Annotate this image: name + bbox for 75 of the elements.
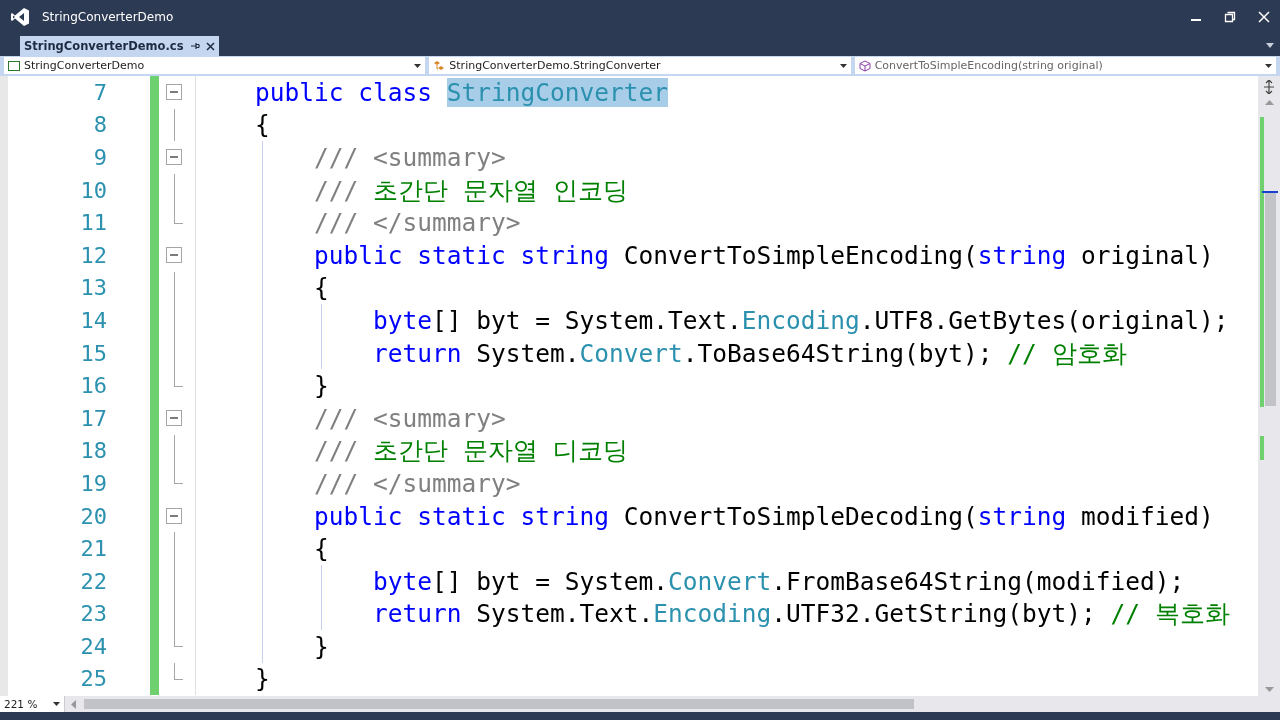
zoom-dropdown[interactable]: 221 % [0, 696, 65, 712]
collapse-icon [166, 149, 182, 166]
fold-end-line [173, 369, 183, 387]
code-line: { [255, 110, 270, 140]
app-logo-icon [10, 7, 30, 27]
line-number: 23 [79, 601, 107, 627]
navigation-dropdown[interactable]: ConvertToSimpleEncoding(string original) [854, 57, 1276, 74]
code-line: /// </summary> [314, 208, 521, 238]
code-line: byte[] byt = System.Convert.FromBase64String(modified); [373, 566, 1185, 596]
code-line: byte[] byt = System.Text.Encoding.UTF8.GetBytes(original); [373, 305, 1229, 335]
line-number: 11 [79, 210, 107, 236]
code-line: return System.Convert.ToBase64String(byt); // 암호화 [373, 337, 1127, 370]
fold-line [173, 434, 175, 468]
fold-end-line [173, 662, 183, 680]
code-line: public static string ConvertToSimpleDecoding(string modified) [314, 501, 1214, 531]
change-marker [150, 76, 159, 109]
code-line: public class StringConverter [255, 77, 669, 107]
code-line: { [314, 534, 329, 564]
line-number: 15 [79, 340, 107, 366]
navigation-dropdown[interactable]: StringConverterDemo.StringConverter [429, 57, 851, 74]
project-icon [8, 59, 20, 72]
line-number: 21 [79, 536, 107, 562]
code-line: } [314, 371, 329, 401]
fold-line [173, 173, 175, 207]
restore-icon[interactable] [1224, 11, 1236, 23]
collapse-icon [166, 508, 182, 524]
split-icon[interactable] [1263, 80, 1275, 94]
line-number: 14 [79, 307, 107, 333]
close-icon[interactable] [205, 41, 215, 51]
method-icon [858, 59, 871, 72]
line-number: 12 [79, 242, 107, 268]
collapse-icon [166, 247, 182, 264]
code-line: /// </summary> [314, 468, 521, 498]
line-number: 17 [79, 405, 107, 431]
pin-icon[interactable] [189, 41, 200, 51]
line-number: 19 [79, 470, 107, 496]
scroll-thumb[interactable] [1265, 191, 1276, 406]
line-number: 8 [92, 112, 107, 138]
change-marker [150, 662, 159, 696]
class-icon [433, 59, 446, 72]
caret-icon [1265, 63, 1272, 68]
code-line: /// 초간단 문자열 인코딩 [314, 174, 628, 207]
collapse-icon [166, 84, 182, 101]
navigation-dropdown[interactable]: StringConverterDemo [4, 57, 426, 74]
code-line: return System.Text.Encoding.UTF32.GetString(byt); // 복호화 [373, 598, 1230, 631]
caret-icon [53, 702, 60, 706]
line-number: 7 [92, 79, 107, 105]
collapse-icon [166, 410, 182, 427]
code-line: /// <summary> [314, 143, 506, 172]
caret-icon [414, 63, 422, 68]
code-line: public static string ConvertToSimpleEncoding(string original) [314, 240, 1214, 270]
fold-end-line [173, 467, 183, 485]
vertical-scrollbar[interactable] [1258, 76, 1280, 696]
code-line: } [255, 664, 270, 694]
caret-icon [839, 63, 847, 68]
line-number: 22 [79, 568, 107, 594]
code-line: { [314, 273, 329, 303]
line-number: 16 [79, 373, 107, 399]
dropdown-caret-icon[interactable] [1266, 43, 1274, 48]
line-number: 10 [79, 177, 107, 203]
line-number: 20 [79, 503, 107, 529]
line-number: 25 [79, 666, 107, 692]
line-number: 24 [79, 633, 107, 659]
code-line: /// <summary> [314, 403, 506, 433]
window-title: StringConverterDemo [42, 10, 174, 24]
document-tab[interactable]: StringConverterDemo.cs [20, 36, 219, 56]
fold-end-line [173, 206, 183, 224]
code-line: } [314, 631, 329, 661]
code-line: /// 초간단 문자열 디코딩 [314, 435, 628, 468]
line-number: 13 [79, 275, 107, 301]
fold-end-line [173, 630, 183, 648]
fold-line [173, 108, 175, 142]
scroll-thumb[interactable] [84, 699, 914, 709]
line-number: 18 [79, 438, 107, 464]
line-number: 9 [92, 145, 107, 170]
